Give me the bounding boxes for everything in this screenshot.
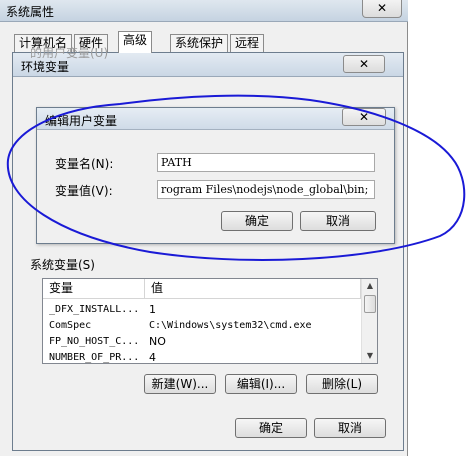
tab-advanced[interactable]: 高级 — [118, 31, 153, 53]
column-header-variable[interactable]: 变量 — [43, 279, 145, 299]
system-variables-scrollbar[interactable]: ▲ ▼ — [361, 279, 377, 363]
edit-user-variable-title: 编辑用户变量 — [45, 114, 118, 128]
system-properties-close-button[interactable]: ✕ — [362, 0, 402, 18]
variable-name-label: 变量名(N): — [55, 157, 114, 171]
table-row-value[interactable]: C:\Windows\system32\cmd.exe — [149, 319, 359, 333]
system-properties-title: 系统属性 — [6, 5, 55, 19]
scroll-down-arrow-icon[interactable]: ▼ — [362, 349, 377, 363]
table-row-name[interactable]: FP_NO_HOST_C... — [49, 335, 145, 349]
variable-value-input[interactable]: rogram Files\nodejs\node_global\bin; — [157, 180, 375, 199]
environment-variables-close-button[interactable]: ✕ — [343, 55, 385, 73]
system-properties-titlebar[interactable]: 系统属性 — [0, 0, 408, 22]
edit-user-variable-dialog: 编辑用户变量 ✕ 变量名(N): PATH 变量值(V): rogram Fil… — [36, 107, 395, 244]
edit-ok-button[interactable]: 确定 — [221, 211, 293, 231]
new-system-variable-button[interactable]: 新建(W)... — [144, 374, 216, 394]
edit-user-variable-close-button[interactable]: ✕ — [342, 108, 386, 126]
table-row-value[interactable]: NO — [149, 335, 349, 349]
variable-name-input[interactable]: PATH — [157, 153, 375, 172]
variable-value-label: 变量值(V): — [55, 184, 113, 198]
user-variables-label: 的用户变量(U) — [30, 46, 109, 60]
delete-system-variable-button[interactable]: 删除(L) — [306, 374, 378, 394]
column-header-value[interactable]: 值 — [145, 279, 361, 299]
table-row-name[interactable]: _DFX_INSTALL... — [49, 303, 145, 317]
system-variables-table[interactable]: 变量 值 _DFX_INSTALL... 1 ComSpec C:\Window… — [42, 278, 378, 364]
edit-system-variable-button[interactable]: 编辑(I)... — [225, 374, 297, 394]
table-row-name[interactable]: ComSpec — [49, 319, 145, 333]
table-row-value[interactable]: 1 — [149, 303, 349, 317]
env-ok-button[interactable]: 确定 — [235, 418, 307, 438]
edit-user-variable-titlebar[interactable]: 编辑用户变量 ✕ — [37, 108, 394, 130]
table-row-value[interactable]: 4 — [149, 351, 349, 363]
edit-cancel-button[interactable]: 取消 — [300, 211, 376, 231]
system-variables-label: 系统变量(S) — [30, 258, 95, 272]
scrollbar-thumb[interactable] — [364, 295, 376, 313]
tab-system-protection[interactable]: 系统保护 — [170, 34, 229, 52]
table-row-name[interactable]: NUMBER_OF_PR... — [49, 351, 145, 363]
scroll-up-arrow-icon[interactable]: ▲ — [362, 279, 377, 293]
env-cancel-button[interactable]: 取消 — [314, 418, 386, 438]
tab-remote[interactable]: 远程 — [230, 34, 265, 52]
